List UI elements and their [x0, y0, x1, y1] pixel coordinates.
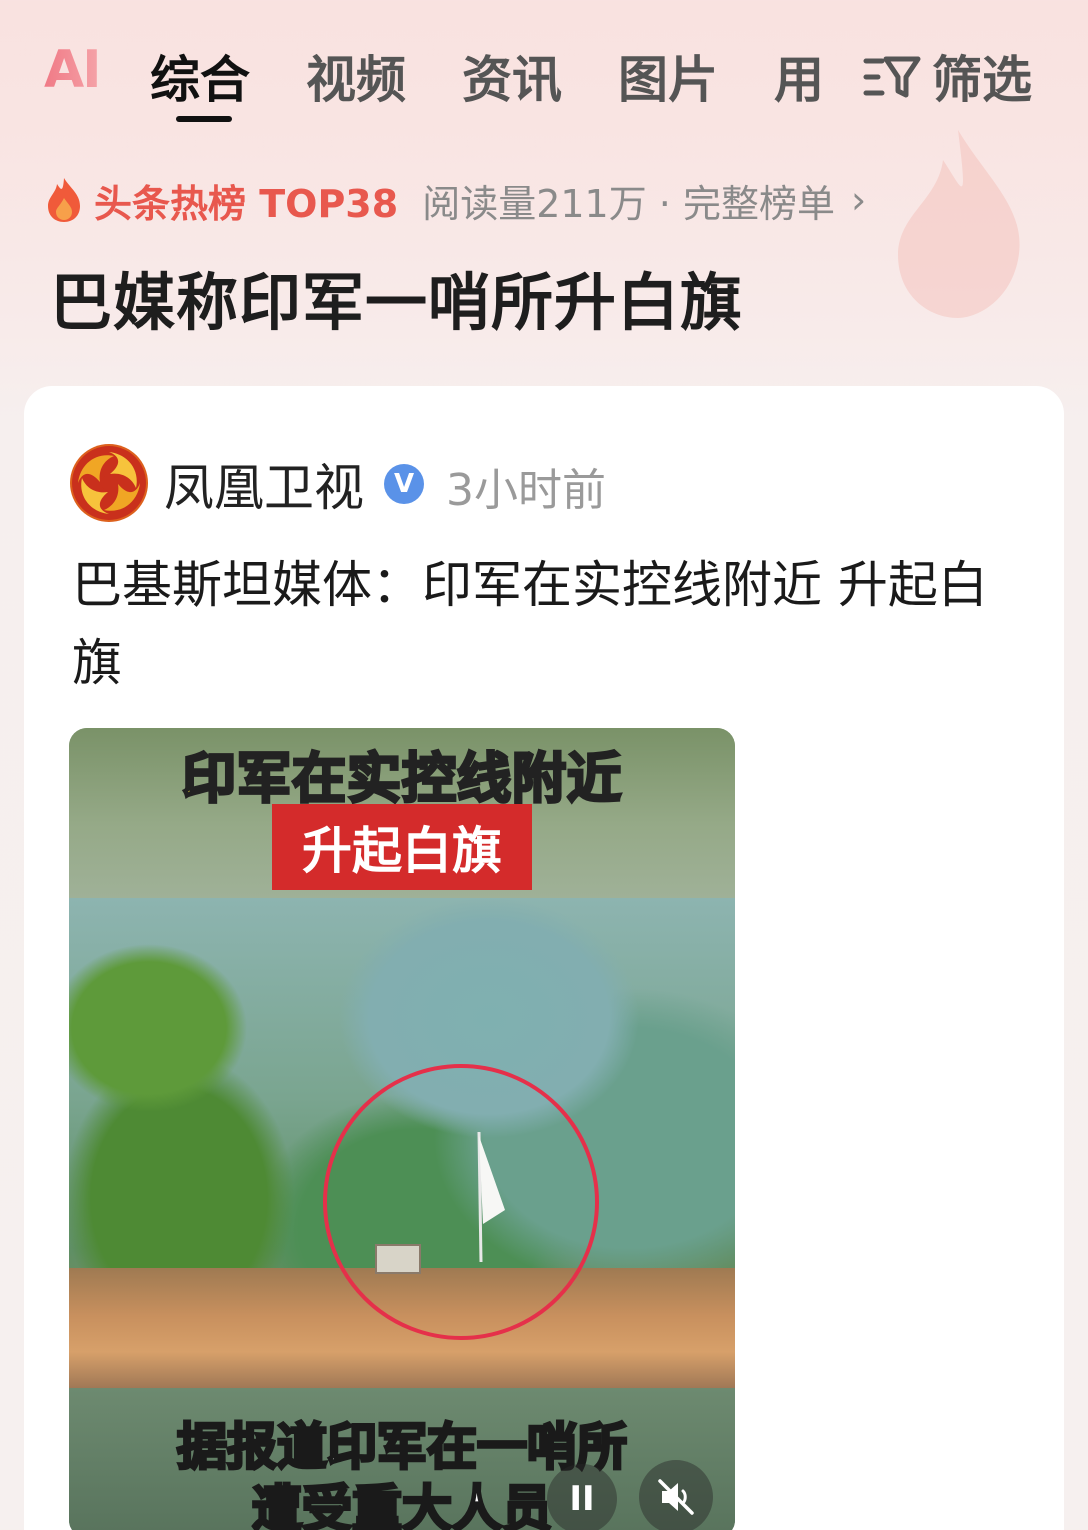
news-card[interactable]: 凤凰卫视 V 3小时前 巴基斯坦媒体：印军在实控线附近 升起白旗 印军在实控线附… — [24, 386, 1064, 1530]
source-avatar[interactable] — [70, 444, 148, 522]
video-caption-bottom: 据报道印军在一哨所 遭受重大人员 — [69, 1416, 735, 1530]
video-player[interactable]: 印军在实控线附近 升起白旗 据报道印军在一哨所 遭受重大人员 II — [69, 728, 735, 1530]
red-circle-highlight — [323, 1064, 599, 1340]
tab-comprehensive[interactable]: 综合 — [150, 40, 250, 112]
source-name[interactable]: 凤凰卫视 — [164, 448, 364, 520]
active-tab-indicator — [176, 116, 232, 122]
phoenix-logo-icon — [72, 446, 146, 520]
top-tab-bar: AI 综合 视频 资讯 图片 用 筛选 — [0, 0, 1088, 140]
hot-rank-label: 头条热榜 TOP38 — [94, 181, 399, 226]
chevron-right-icon: › — [850, 178, 867, 222]
article-headline[interactable]: 巴基斯坦媒体：印军在实控线附近 升起白旗 — [72, 546, 1012, 702]
pause-button[interactable]: II — [547, 1464, 617, 1530]
filter-icon — [863, 56, 921, 98]
topic-title: 巴媒称印军一哨所升白旗 — [50, 266, 744, 339]
ai-tab[interactable]: AI — [44, 40, 102, 100]
tab-news[interactable]: 资讯 — [462, 40, 562, 112]
verified-badge-icon: V — [384, 464, 424, 504]
video-caption-bottom-line2: 遭受重大人员 — [251, 1479, 554, 1530]
flame-icon — [48, 178, 80, 222]
video-caption-top: 印军在实控线附近 — [181, 746, 623, 812]
publish-time: 3小时前 — [446, 465, 606, 516]
tab-images[interactable]: 图片 — [618, 40, 718, 112]
tab-users[interactable]: 用 — [774, 40, 824, 112]
read-count: 阅读量211万 · 完整榜单 — [422, 181, 835, 226]
tab-video[interactable]: 视频 — [306, 40, 406, 112]
hot-rank-line[interactable]: 头条热榜 TOP38 阅读量211万 · 完整榜单 › — [44, 172, 866, 228]
video-caption-red: 升起白旗 — [272, 804, 532, 890]
filter-label: 筛选 — [932, 51, 1032, 109]
video-caption-bottom-line1: 据报道印军在一哨所 — [176, 1417, 629, 1478]
filter-button[interactable]: 筛选 — [862, 40, 1032, 112]
speaker-muted-icon — [658, 1479, 694, 1515]
flame-watermark-icon — [898, 130, 1020, 318]
mute-button[interactable] — [639, 1460, 713, 1530]
